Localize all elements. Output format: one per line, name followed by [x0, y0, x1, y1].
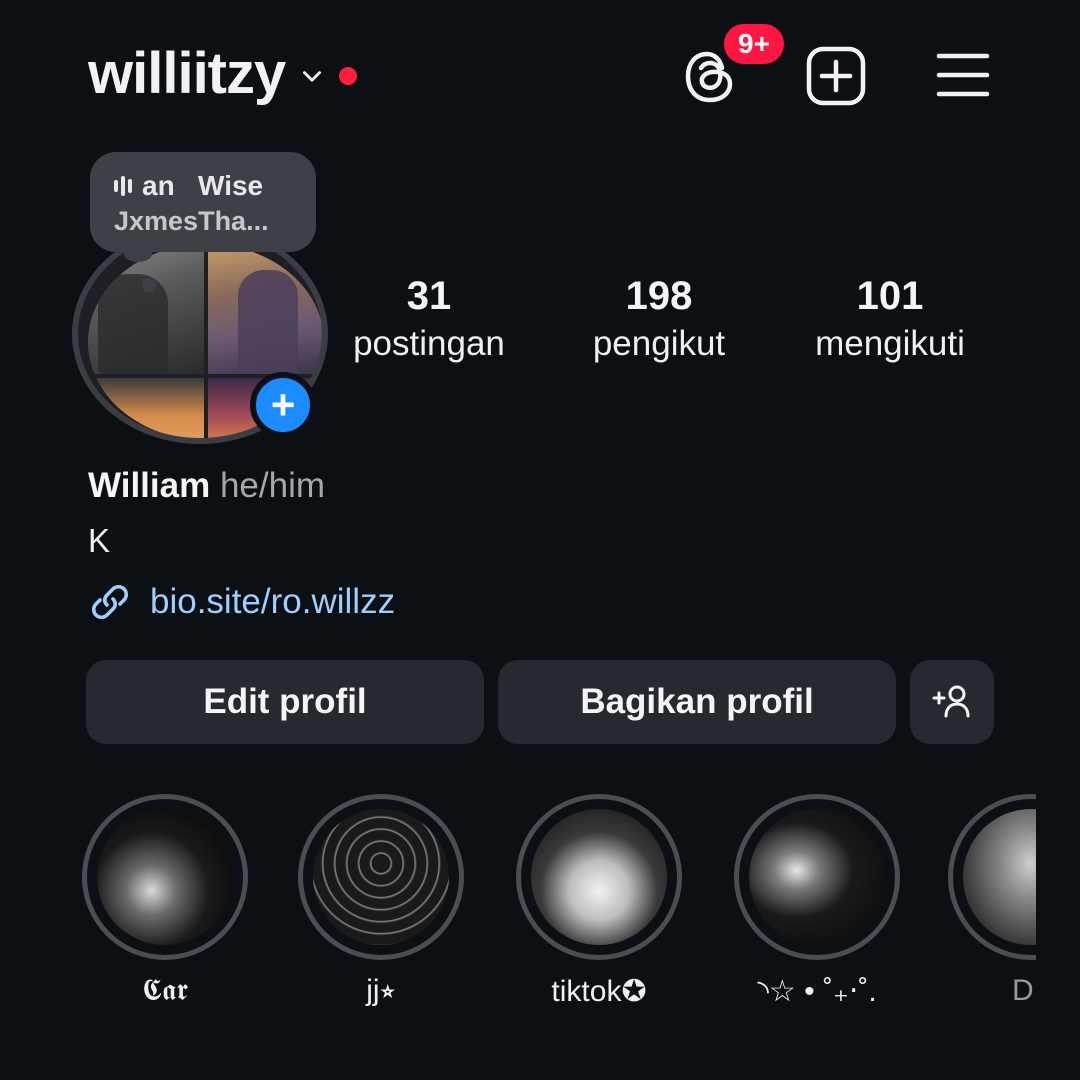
highlight-item[interactable]: tiktok✪: [516, 794, 682, 1009]
profile-page: williitzy 9+ + an Wise JxmesTha... 31 po…: [0, 0, 1080, 1080]
plus-square-icon: [806, 46, 866, 106]
unread-dot: [339, 66, 358, 85]
highlight-label: ◝☆ • ˚₊‧˚.: [757, 975, 877, 1008]
link-icon: [91, 584, 129, 620]
account-switcher[interactable]: williitzy: [88, 40, 358, 107]
highlight-item[interactable]: jj⭒: [298, 794, 464, 1008]
person-add-icon: [932, 685, 970, 718]
note-artist: JxmesTha...: [114, 206, 269, 236]
highlight-item[interactable]: 𝕮𝖆𝖗: [82, 794, 248, 1008]
edit-profile-button[interactable]: Edit profil: [86, 660, 484, 744]
chevron-down-icon: [303, 70, 322, 82]
followers-count[interactable]: 198 pengikut: [578, 272, 740, 366]
highlight-label: D: [1012, 974, 1034, 1007]
highlight-cover: [963, 809, 1036, 945]
following-count[interactable]: 101 mengikuti: [800, 272, 980, 366]
highlight-label: jj⭒: [366, 974, 396, 1007]
highlight-ring: [82, 794, 248, 960]
audio-bars-icon: [114, 175, 132, 197]
highlight-cover: [531, 809, 667, 945]
note-bubble-tail-dot: [142, 278, 156, 292]
share-profile-button[interactable]: Bagikan profil: [498, 660, 896, 744]
bio-link[interactable]: bio.site/ro.willzz: [88, 580, 395, 624]
highlight-ring: [948, 794, 1036, 960]
plus-icon: +: [270, 381, 296, 428]
highlight-ring: [298, 794, 464, 960]
note-track-title: an Wise: [142, 170, 264, 201]
highlight-label: 𝕮𝖆𝖗: [141, 974, 189, 1007]
highlight-cover: [97, 809, 233, 945]
highlight-label: tiktok✪: [551, 975, 647, 1008]
notification-badge: 9+: [720, 20, 788, 68]
posts-count[interactable]: 31 postingan: [340, 272, 518, 366]
pronouns: he/him: [219, 466, 326, 505]
discover-people-button[interactable]: [910, 660, 994, 744]
display-name: William: [88, 466, 211, 505]
hamburger-menu-icon: [936, 53, 990, 97]
highlight-item[interactable]: D: [948, 794, 1036, 1054]
music-note-bubble[interactable]: an Wise JxmesTha...: [90, 152, 316, 252]
highlight-item[interactable]: ◝☆ • ˚₊‧˚.: [734, 794, 900, 1009]
highlight-ring: [734, 794, 900, 960]
add-story-button[interactable]: +: [250, 372, 316, 438]
menu-button[interactable]: [936, 52, 990, 98]
username: williitzy: [88, 41, 286, 106]
bio-text: K: [88, 522, 111, 559]
highlight-cover: [313, 809, 449, 945]
highlight-cover: [749, 809, 885, 945]
link-text: bio.site/ro.willzz: [150, 582, 396, 621]
highlight-ring: [516, 794, 682, 960]
new-post-button[interactable]: [806, 46, 866, 106]
profile-name-line: William he/him: [88, 466, 325, 506]
